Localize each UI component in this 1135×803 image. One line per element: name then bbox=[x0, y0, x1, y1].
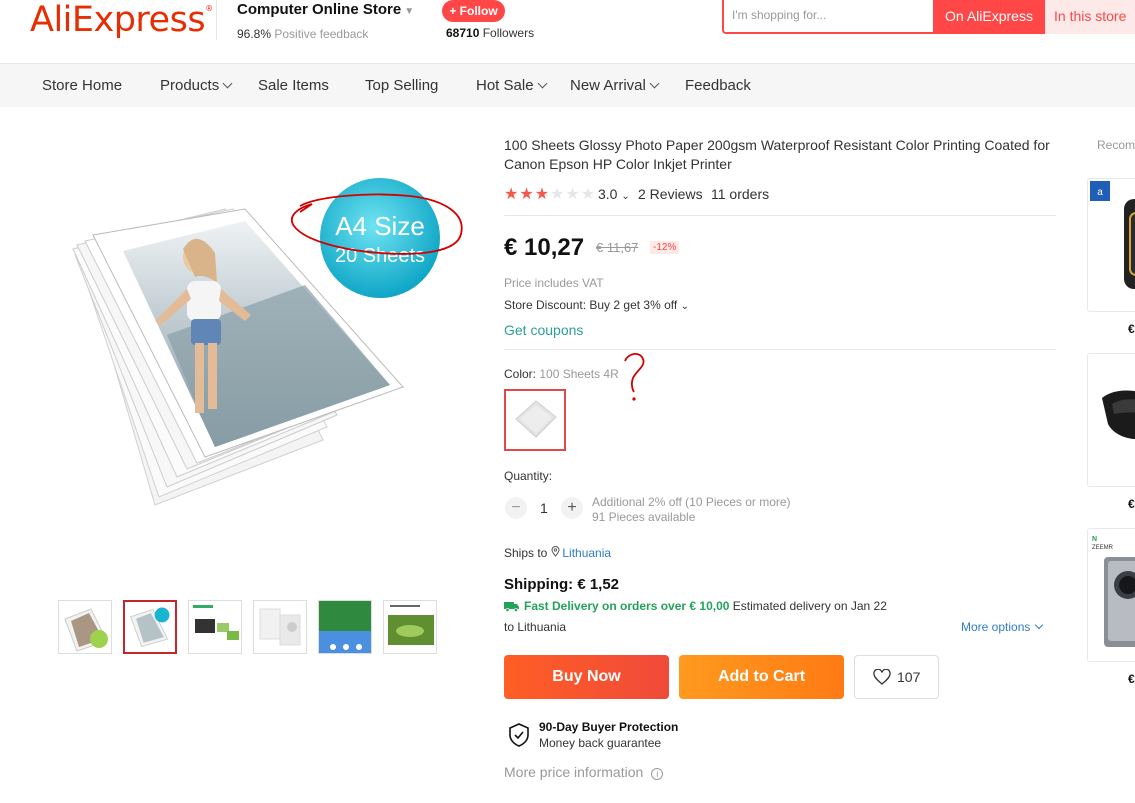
quantity-label: Quantity: bbox=[504, 469, 553, 483]
thumbnail-4[interactable] bbox=[253, 600, 307, 654]
get-coupons-link[interactable]: Get coupons bbox=[504, 322, 583, 338]
svg-text:a: a bbox=[1097, 187, 1103, 198]
nav-feedback[interactable]: Feedback bbox=[685, 77, 751, 94]
annotation-question-mark bbox=[624, 353, 645, 393]
follow-button[interactable]: + Follow bbox=[442, 0, 505, 22]
thumbnail-6[interactable] bbox=[383, 600, 437, 654]
thumbnail-5[interactable] bbox=[318, 600, 372, 654]
shield-check-icon bbox=[508, 723, 530, 752]
nav-sale-items[interactable]: Sale Items bbox=[258, 77, 329, 94]
recommended-price-2: € bbox=[1128, 497, 1135, 511]
more-shipping-options-link[interactable]: More options bbox=[961, 620, 1044, 634]
original-price: € 11,67 bbox=[596, 240, 639, 255]
quantity-increase-button[interactable]: + bbox=[561, 497, 583, 519]
ships-to: Ships to Lithuania bbox=[504, 546, 612, 560]
nav-store-home[interactable]: Store Home bbox=[42, 77, 122, 94]
buyer-protection-title: 90-Day Buyer Protection bbox=[539, 720, 679, 734]
header-divider bbox=[216, 0, 217, 40]
svg-text:N: N bbox=[1092, 536, 1097, 543]
recommended-label: Recom bbox=[1097, 138, 1135, 152]
heart-icon bbox=[873, 668, 891, 686]
fast-delivery: Fast Delivery on orders over € 10,00 Est… bbox=[504, 599, 887, 613]
more-price-info[interactable]: More price information i bbox=[504, 764, 664, 780]
ships-to-country-link[interactable]: Lithuania bbox=[562, 546, 611, 560]
divider bbox=[504, 215, 1056, 216]
quantity-info: Additional 2% off (10 Pieces or more) 91… bbox=[592, 495, 791, 524]
followers-count: 68710 Followers bbox=[446, 26, 535, 40]
search-input[interactable] bbox=[732, 8, 922, 22]
quantity-decrease-button[interactable]: − bbox=[505, 497, 527, 519]
caret-down-icon: ▼ bbox=[404, 6, 415, 17]
recommended-item-2[interactable] bbox=[1087, 353, 1135, 487]
discount-badge: -12% bbox=[650, 241, 680, 254]
annotation-question-dot bbox=[632, 397, 636, 401]
search-box bbox=[722, 0, 933, 34]
thumbnail-1[interactable] bbox=[58, 600, 112, 654]
chevron-down-icon bbox=[1035, 620, 1044, 630]
rating-value[interactable]: 3.0 ⌄ bbox=[598, 186, 630, 202]
delivery-truck-icon bbox=[504, 602, 519, 613]
thumbnail-2[interactable] bbox=[123, 600, 177, 654]
quantity-value[interactable]: 1 bbox=[540, 500, 548, 516]
buy-now-button[interactable]: Buy Now bbox=[504, 655, 669, 699]
divider bbox=[504, 349, 1056, 350]
current-price: € 10,27 bbox=[504, 234, 585, 261]
product-title: 100 Sheets Glossy Photo Paper 200gsm Wat… bbox=[504, 137, 1050, 172]
recommended-item-3[interactable]: N ZEEMR bbox=[1087, 528, 1135, 662]
thumbnail-3[interactable] bbox=[188, 600, 242, 654]
color-swatch-option[interactable] bbox=[504, 389, 566, 451]
nav-hot-sale[interactable]: Hot Sale bbox=[476, 77, 547, 94]
search-aliexpress-button[interactable]: On AliExpress bbox=[933, 0, 1045, 34]
chevron-down-icon bbox=[222, 78, 233, 89]
reviews-link[interactable]: 2 Reviews bbox=[638, 186, 703, 202]
recommended-item-image bbox=[1102, 390, 1135, 440]
vat-note: Price includes VAT bbox=[504, 276, 604, 290]
store-feedback: 96.8% Positive feedback bbox=[237, 27, 369, 41]
info-icon: i bbox=[651, 768, 664, 780]
nav-new-arrival[interactable]: New Arrival bbox=[570, 77, 660, 94]
chevron-down-icon bbox=[537, 78, 547, 89]
orders-count: 11 orders bbox=[711, 186, 770, 202]
add-to-cart-button[interactable]: Add to Cart bbox=[679, 655, 844, 699]
swatch-image bbox=[515, 400, 557, 438]
store-nav: Store Home Products Sale Items Top Selli… bbox=[0, 63, 1135, 107]
recommended-item-image: a bbox=[1090, 181, 1135, 289]
nav-top-selling[interactable]: Top Selling bbox=[365, 77, 438, 94]
color-label: Color: 100 Sheets 4R bbox=[504, 367, 619, 381]
chevron-down-icon: ⌄ bbox=[680, 301, 689, 312]
rating-stars: ★★★★★★ bbox=[504, 186, 597, 203]
store-discount[interactable]: Store Discount: Buy 2 get 3% off ⌄ bbox=[504, 298, 689, 312]
recommended-price-1: € bbox=[1128, 322, 1135, 336]
svg-text:ZEEMR: ZEEMR bbox=[1092, 545, 1114, 551]
recommended-item-1[interactable]: a bbox=[1087, 178, 1135, 312]
delivery-destination: to Lithuania bbox=[504, 620, 567, 634]
store-name[interactable]: Computer Online Store ▼ bbox=[237, 1, 414, 18]
recommended-price-3: € bbox=[1128, 672, 1135, 686]
buyer-protection-subtitle: Money back guarantee bbox=[539, 736, 662, 750]
location-pin-icon bbox=[551, 546, 560, 560]
aliexpress-logo[interactable]: AliExpress® bbox=[30, 0, 213, 40]
chevron-down-icon: ⌄ bbox=[621, 191, 630, 202]
badge-size-text: A4 Size bbox=[335, 211, 425, 241]
search-store-button[interactable]: In this store bbox=[1045, 0, 1135, 34]
recommended-item-image: N ZEEMR bbox=[1092, 536, 1135, 647]
nav-products[interactable]: Products bbox=[160, 77, 233, 94]
shipping-cost: Shipping: € 1,52 bbox=[504, 576, 620, 593]
chevron-down-icon bbox=[649, 78, 660, 89]
wishlist-button[interactable]: 107 bbox=[854, 655, 939, 699]
main-product-image[interactable]: A4 Size 20 Sheets bbox=[55, 165, 475, 525]
badge-sheets-text: 20 Sheets bbox=[335, 245, 425, 267]
